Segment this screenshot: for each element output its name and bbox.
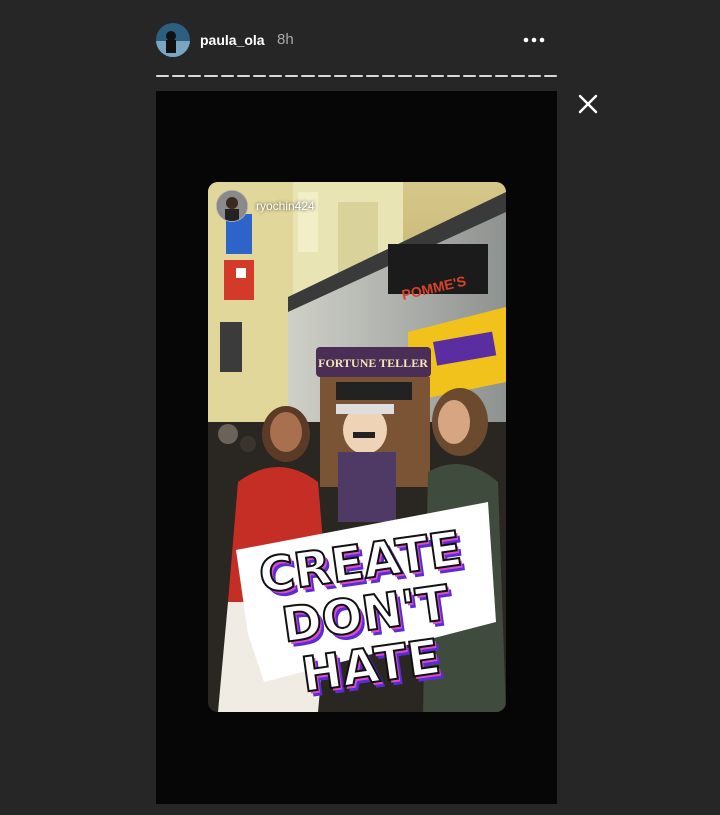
progress-segment bbox=[317, 75, 331, 77]
progress-segment bbox=[204, 75, 218, 77]
progress-segment bbox=[382, 75, 396, 77]
avatar[interactable] bbox=[156, 23, 190, 57]
story-viewer[interactable]: POMME'S FORTUNE TELLER CREATE DON'T HATE… bbox=[156, 91, 557, 804]
progress-segment bbox=[430, 75, 444, 77]
progress-segment bbox=[479, 75, 493, 77]
progress-segment bbox=[349, 75, 364, 77]
progress-segment bbox=[462, 75, 477, 77]
fortune-teller-sign: FORTUNE TELLER bbox=[318, 356, 428, 370]
progress-segment bbox=[333, 75, 347, 77]
progress-segment bbox=[220, 75, 234, 77]
progress-segment bbox=[301, 75, 315, 77]
progress-segment bbox=[398, 75, 412, 77]
timestamp: 8h bbox=[277, 31, 294, 48]
reshare-avatar[interactable] bbox=[216, 190, 248, 222]
progress-segment bbox=[156, 75, 170, 77]
progress-segment bbox=[543, 75, 557, 77]
progress-segment bbox=[269, 75, 283, 77]
reshare-username[interactable]: ryochin424 bbox=[256, 199, 315, 213]
progress-segment bbox=[172, 75, 186, 77]
progress-segment bbox=[366, 75, 380, 77]
reshared-story-card[interactable]: POMME'S FORTUNE TELLER CREATE DON'T HATE… bbox=[208, 182, 506, 712]
close-icon[interactable] bbox=[574, 90, 602, 118]
story-progress-bar bbox=[156, 75, 557, 78]
progress-segment bbox=[511, 75, 525, 77]
progress-segment bbox=[188, 75, 202, 77]
progress-segment bbox=[446, 75, 460, 77]
reshare-user[interactable]: ryochin424 bbox=[216, 190, 315, 222]
progress-segment bbox=[252, 75, 267, 77]
story-photo: POMME'S FORTUNE TELLER CREATE DON'T HATE… bbox=[208, 182, 506, 712]
progress-segment bbox=[527, 75, 541, 77]
username[interactable]: paula_ola bbox=[200, 32, 265, 48]
progress-segment bbox=[414, 75, 428, 77]
progress-segment bbox=[495, 75, 509, 77]
more-options-icon[interactable] bbox=[521, 28, 547, 52]
progress-segment bbox=[236, 75, 250, 77]
story-header: paula_ola 8h bbox=[156, 22, 557, 60]
progress-segment bbox=[285, 75, 299, 77]
